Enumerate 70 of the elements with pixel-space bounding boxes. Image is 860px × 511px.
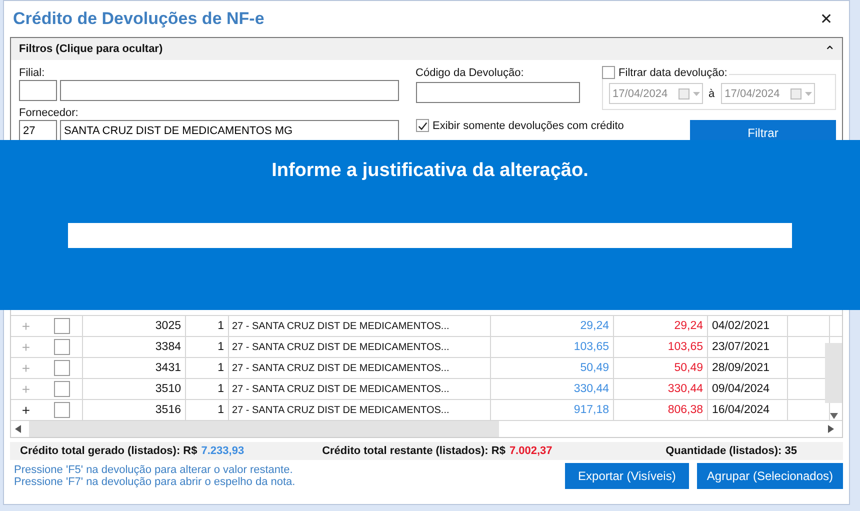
table-cell: 29,24 [614, 316, 708, 336]
table-cell: 103,65 [614, 337, 708, 357]
total-remaining-label: Crédito total restante (listados): R$ [322, 445, 506, 457]
row-checkbox[interactable] [54, 360, 70, 376]
table-cell: 330,44 [614, 379, 708, 399]
table-cell: 917,18 [491, 400, 614, 420]
table-cell: 1 [186, 400, 229, 420]
date-filter-label: Filtrar data devolução: [618, 66, 728, 78]
supplier-label: Fornecedor: [19, 106, 80, 120]
supplier-code-field[interactable]: 27 [19, 120, 57, 141]
return-code-label: Código da Devolução: [416, 66, 525, 81]
table-cell: 3025 [83, 316, 186, 336]
filter-panel-header[interactable]: Filtros (Clique para ocultar) ⌃ [11, 38, 842, 60]
action-button[interactable]: Exportar (Visíveis) [564, 463, 689, 489]
justification-field[interactable] [68, 223, 792, 248]
table-cell: 27 - SANTA CRUZ DIST DE MEDICAMENTOS... [229, 358, 491, 378]
table-cell: 806,38 [614, 400, 708, 420]
table-cell: 1 [186, 316, 229, 336]
filial-code-field[interactable] [19, 80, 57, 101]
table-cell: 3510 [83, 379, 186, 399]
table-cell: 04/02/2021 [708, 316, 788, 336]
row-checkbox[interactable] [54, 339, 70, 355]
table-cell: 3431 [83, 358, 186, 378]
hint-text: Pressione 'F5' na devolução para alterar o valor restante. [14, 464, 294, 476]
hint-text: Pressione 'F7' na devolução para abrir o espelho da nota. [14, 476, 296, 488]
scroll-left-icon[interactable] [15, 425, 21, 433]
close-button[interactable]: ✕ [816, 10, 837, 28]
calendar-dropdown-icon [790, 88, 814, 100]
prompt-title: Informe a justificativa da alteração. [272, 160, 588, 182]
table-cell: 1 [186, 358, 229, 378]
table-cell: 09/04/2024 [708, 379, 788, 399]
row-checkbox[interactable] [54, 318, 70, 334]
table-cell: 103,65 [491, 337, 614, 357]
horizontal-scrollbar[interactable] [10, 421, 843, 438]
supplier-name-field[interactable]: SANTA CRUZ DIST DE MEDICAMENTOS MG [60, 120, 399, 141]
filial-name-field[interactable] [60, 80, 399, 101]
listed-count: Quantidade (listados): 35 [666, 445, 797, 457]
table-cell: 50,49 [491, 358, 614, 378]
scroll-down-icon[interactable] [830, 413, 838, 419]
expand-toggle[interactable]: + [11, 400, 41, 420]
credit-only-checkbox[interactable] [416, 119, 429, 132]
row-checkbox[interactable] [54, 381, 70, 397]
scroll-right-icon[interactable] [828, 425, 834, 433]
total-remaining-value: 7.002,37 [509, 445, 552, 457]
table-cell: 3384 [83, 337, 186, 357]
filter-panel-title: Filtros (Clique para ocultar) [19, 43, 163, 55]
table-cell: 27 - SANTA CRUZ DIST DE MEDICAMENTOS... [229, 400, 491, 420]
table-cell: 330,44 [491, 379, 614, 399]
table-cell: 16/04/2024 [708, 400, 788, 420]
calendar-dropdown-icon [678, 88, 702, 100]
table-cell: 1 [186, 379, 229, 399]
table-cell: 3516 [83, 400, 186, 420]
date-range-separator: à [708, 88, 715, 100]
table-cell: 27 - SANTA CRUZ DIST DE MEDICAMENTOS... [229, 337, 491, 357]
collapse-button[interactable]: ⌃ [824, 40, 836, 58]
action-button[interactable]: Agrupar (Selecionados) [696, 463, 843, 489]
table-cell: 23/07/2021 [708, 337, 788, 357]
total-generated-value: 7.233,93 [201, 445, 244, 457]
return-code-field[interactable] [416, 82, 580, 103]
table-cell: 29,24 [491, 316, 614, 336]
filial-label: Filial: [19, 66, 46, 80]
row-checkbox[interactable] [54, 402, 70, 418]
table-cell: 27 - SANTA CRUZ DIST DE MEDICAMENTOS... [229, 379, 491, 399]
credit-only-label: Exibir somente devoluções com crédito [432, 120, 624, 132]
table-cell: 1 [186, 337, 229, 357]
table-cell: 28/09/2021 [708, 358, 788, 378]
table-cell: 50,49 [614, 358, 708, 378]
table-cell: 27 - SANTA CRUZ DIST DE MEDICAMENTOS... [229, 316, 491, 336]
total-generated-label: Crédito total gerado (listados): R$ [20, 445, 198, 457]
window-title: Crédito de Devoluções de NF-e [13, 9, 264, 29]
